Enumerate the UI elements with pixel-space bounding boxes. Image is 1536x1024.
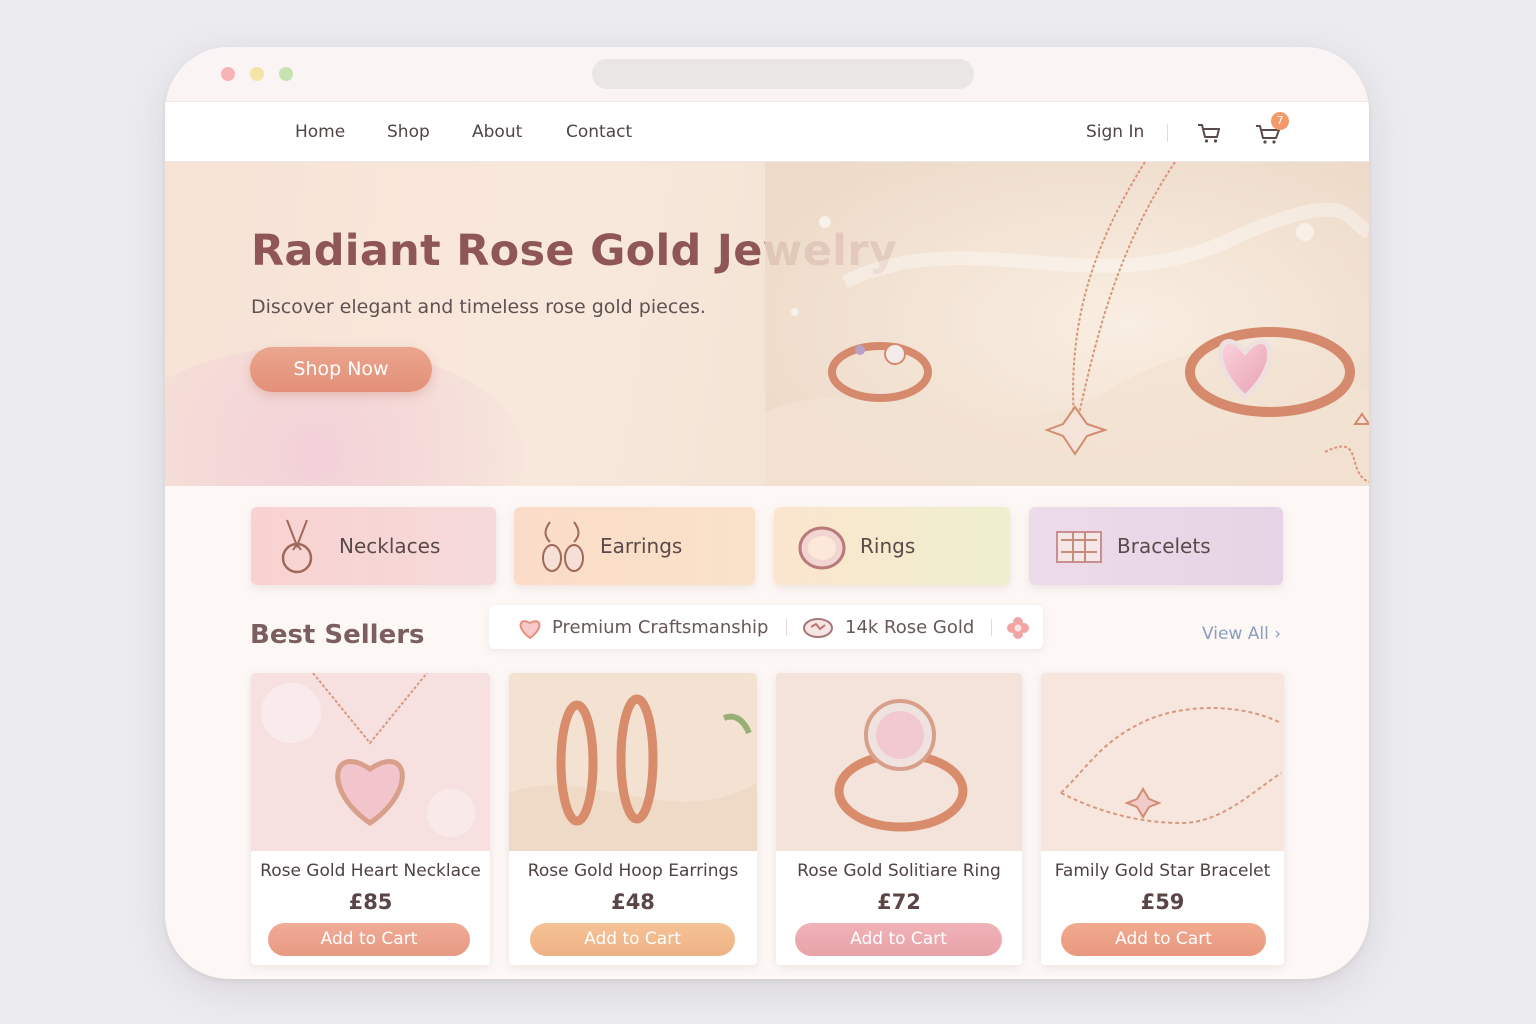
address-bar[interactable] [592,59,974,89]
product-name: Rose Gold Heart Necklace [260,861,481,881]
product-name: Family Gold Star Bracelet [1054,861,1271,881]
sign-in-link[interactable]: Sign In [1086,122,1144,142]
category-necklaces[interactable]: Necklaces [251,507,496,585]
add-to-cart-button[interactable]: Add to Cart [530,923,735,956]
category-label: Bracelets [1117,534,1211,558]
hoop-earrings-image [509,673,757,851]
product-card[interactable]: Rose Gold Solitiare Ring £72 Add to Cart [776,673,1022,965]
feature-label: Premium Craftsmanship [552,617,769,638]
gem-icon [803,618,833,638]
maximize-window-button[interactable] [279,67,293,81]
earrings-icon [542,521,584,572]
feature-highlights-bar: Premium Craftsmanship 14k Rose Gold [489,605,1043,649]
category-label: Necklaces [339,534,441,558]
necklace-icon [281,519,313,574]
hero-banner: Radiant Rose Gold Jewelry Discover elega… [165,162,1369,486]
minimize-window-button[interactable] [250,67,264,81]
product-price: £72 [877,890,921,914]
cart-count-badge: 7 [1271,112,1289,130]
star-bracelet-image [1041,673,1284,851]
hero-jewelry-image [765,162,1369,486]
add-to-cart-button[interactable]: Add to Cart [268,923,470,956]
category-label: Earrings [600,534,683,558]
bracelet-icon [1056,531,1102,563]
product-name: Rose Gold Hoop Earrings [527,861,739,881]
nav-contact-link[interactable]: Contact [566,122,632,142]
browser-window: Home Shop About Contact Sign In 7 Radian… [165,47,1369,979]
top-navigation: Home Shop About Contact Sign In 7 [165,101,1369,162]
feature-label: 14k Rose Gold [845,617,975,638]
close-window-button[interactable] [221,67,235,81]
feature-divider [991,619,992,636]
heart-necklace-image [251,673,490,851]
category-bracelets[interactable]: Bracelets [1029,507,1283,585]
add-to-cart-button[interactable]: Add to Cart [1061,923,1266,956]
add-to-cart-button[interactable]: Add to Cart [795,923,1002,956]
cart-icon[interactable] [1195,119,1223,147]
product-price: £59 [1140,890,1185,914]
feature-divider [786,619,787,636]
category-earrings[interactable]: Earrings [514,507,755,585]
hero-subtitle: Discover elegant and timeless rose gold … [251,296,706,318]
nav-shop-link[interactable]: Shop [387,122,430,142]
flower-icon [1007,617,1029,639]
heart-icon [519,620,541,640]
ring-icon [798,526,846,570]
nav-home-link[interactable]: Home [295,122,345,142]
category-label: Rings [860,534,916,558]
product-card[interactable]: Rose Gold Hoop Earrings £48 Add to Cart [509,673,757,965]
nav-about-link[interactable]: About [472,122,522,142]
product-name: Rose Gold Solitiare Ring [797,861,1001,881]
product-card[interactable]: Family Gold Star Bracelet £59 Add to Car… [1041,673,1284,965]
product-price: £48 [611,890,655,914]
solitaire-ring-image [776,673,1022,851]
product-price: £85 [348,890,393,914]
view-all-link[interactable]: View All › [1202,624,1281,644]
nav-divider [1167,124,1168,142]
best-sellers-heading: Best Sellers [250,620,425,650]
product-card[interactable]: Rose Gold Heart Necklace £85 Add to Cart [251,673,490,965]
category-rings[interactable]: Rings [774,507,1010,585]
shop-now-button[interactable]: Shop Now [250,347,432,392]
title-bar [165,47,1369,101]
